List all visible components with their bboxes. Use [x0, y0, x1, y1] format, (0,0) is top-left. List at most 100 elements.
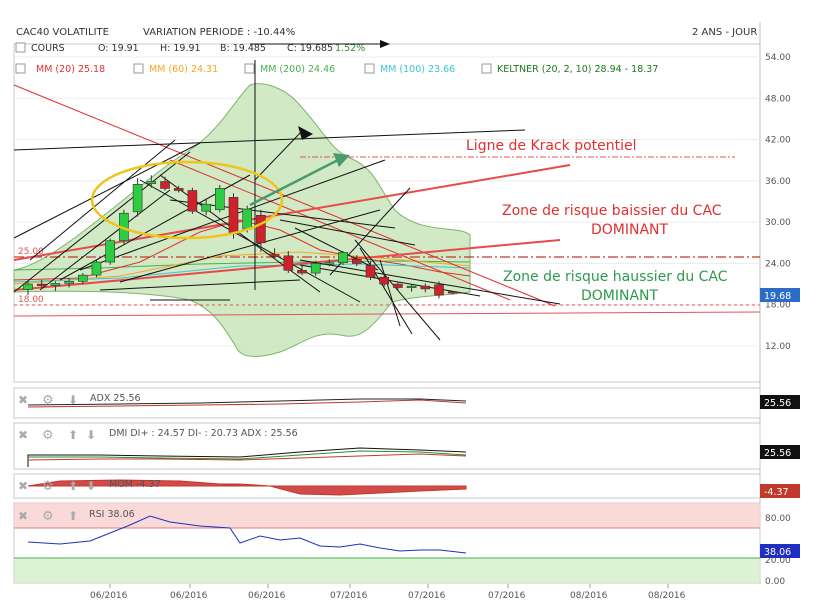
candle-body [310, 263, 321, 274]
candle-body [78, 274, 88, 282]
adx-settings-icon[interactable]: ⚙ [42, 393, 54, 408]
ohlc-high: H: 19.91 [160, 43, 201, 54]
level-18-label: 18.00 [18, 295, 44, 305]
variation-label: VARIATION PERIODE : -10.44% [143, 27, 295, 38]
candle-body [23, 283, 33, 290]
y-tick-label: 24.00 [765, 259, 791, 269]
rsi-settings-icon[interactable]: ⚙ [42, 509, 54, 524]
mm100-checkbox[interactable] [364, 63, 375, 74]
y-tick-label: 30.00 [765, 218, 791, 228]
candle-body [173, 188, 184, 191]
candle-body [324, 262, 335, 265]
rsi-close-icon[interactable]: ✖ [18, 509, 28, 523]
mom-label: MOM -4.37 [109, 479, 161, 490]
rsi-tag: 38.06 [764, 547, 791, 558]
symbol-title: CAC40 VOLATILITE [16, 27, 109, 38]
y-tick-label: 48.00 [765, 94, 791, 104]
candle-body [50, 283, 61, 286]
mom-up-icon[interactable]: ⬆ [68, 479, 78, 493]
rsi-up-icon[interactable]: ⬆ [68, 509, 78, 523]
mm20-checkbox[interactable] [15, 63, 26, 74]
y-axis: 54.00 48.00 42.00 36.00 30.00 24.00 18.00 12.00 [765, 53, 791, 352]
dmi-up-icon[interactable]: ⬆ [68, 428, 78, 442]
mm200-label: MM (200) 24.46 [260, 64, 335, 75]
y-tick-label: 18.00 [765, 301, 791, 311]
candle-body [434, 284, 444, 296]
dmi-label: DMI DI+ : 24.57 DI- : 20.73 ADX : 25.56 [109, 428, 298, 439]
x-tick-label: 06/2016 [248, 591, 286, 601]
ohlc-low: B: 19.485 [220, 43, 266, 54]
mom-panel: ✖ ⚙ ⬆ ⬇ MOM -4.37 -4.37 [13, 473, 800, 499]
haussier-annotation-2: DOMINANT [581, 288, 659, 304]
dmi-down-icon[interactable]: ⬇ [86, 428, 96, 442]
candle-body [146, 181, 157, 184]
candle-body [256, 214, 266, 244]
rsi-label: RSI 38.06 [89, 509, 135, 520]
mom-settings-icon[interactable]: ⚙ [42, 479, 54, 494]
candle [338, 251, 348, 265]
candle-body [201, 203, 211, 212]
haussier-annotation-1: Zone de risque haussier du CAC [503, 269, 728, 285]
candle-body [228, 197, 239, 235]
candle [105, 238, 115, 265]
y-tick-label: 42.00 [765, 136, 791, 146]
rsi-oversold-zone [14, 558, 760, 583]
candle-body [36, 283, 47, 286]
x-tick-label: 07/2016 [330, 591, 368, 601]
dmi-panel: ✖ ⚙ ⬆ ⬇ DMI DI+ : 24.57 DI- : 20.73 ADX … [13, 422, 800, 470]
dmi-close-icon[interactable]: ✖ [18, 428, 28, 442]
candle-body [338, 252, 348, 264]
period-label[interactable]: 2 ANS - JOUR [692, 27, 757, 38]
candle-body [351, 258, 362, 264]
x-tick-label: 08/2016 [570, 591, 608, 601]
dmi-settings-icon[interactable]: ⚙ [42, 428, 54, 443]
x-tick-label: 06/2016 [90, 591, 128, 601]
candle-body [297, 270, 307, 274]
cours-label: COURS [31, 43, 65, 54]
candle-body [365, 265, 376, 278]
x-tick-label: 06/2016 [170, 591, 208, 601]
candle-body [242, 208, 252, 230]
rsi-panel: ✖ ⚙ ⬆ RSI 38.06 80.00 20.00 0.00 38.06 [13, 502, 800, 587]
ohlc-change: 1.52% [335, 43, 365, 54]
adx-close-icon[interactable]: ✖ [18, 393, 28, 407]
mm60-label: MM (60) 24.31 [149, 64, 218, 75]
candle-body [393, 283, 403, 288]
x-tick-label: 07/2016 [488, 591, 526, 601]
candle-body [406, 285, 417, 288]
last-price-value: 19.68 [764, 291, 791, 302]
chart: CAC40 VOLATILITE VARIATION PERIODE : -10… [13, 22, 800, 601]
baissier-annotation-1: Zone de risque baissier du CAC [502, 203, 722, 219]
mm100-label: MM (100) 23.66 [380, 64, 455, 75]
mm60-checkbox[interactable] [133, 63, 144, 74]
x-tick-label: 08/2016 [648, 591, 686, 601]
mom-close-icon[interactable]: ✖ [18, 479, 28, 493]
candle [215, 184, 225, 213]
x-tick-label: 07/2016 [408, 591, 446, 601]
candle-body [283, 255, 294, 271]
mom-down-icon[interactable]: ⬇ [86, 479, 96, 493]
krack-annotation: Ligne de Krack potentiel [466, 138, 637, 154]
adx-tag: 25.56 [764, 398, 791, 409]
candle [91, 259, 102, 278]
mm20-label: MM (20) 25.18 [36, 64, 105, 75]
keltner-label: KELTNER (20, 2, 10) 28.94 - 18.37 [497, 64, 658, 75]
candle-body [91, 261, 102, 276]
candle-body [105, 240, 115, 263]
candle [187, 187, 198, 214]
rsi-tick-0: 0.00 [765, 577, 785, 587]
baissier-annotation-2: DOMINANT [591, 222, 669, 238]
mm200-checkbox[interactable] [244, 63, 255, 74]
cours-checkbox[interactable] [15, 42, 26, 53]
y-tick-label: 54.00 [765, 53, 791, 63]
keltner-checkbox[interactable] [481, 63, 492, 74]
mom-tag: -4.37 [764, 487, 789, 498]
candle-body [215, 188, 225, 211]
candle-body [64, 281, 74, 284]
ohlc-close: C: 19.685 [287, 43, 333, 54]
ohlc-open: O: 19.91 [98, 43, 139, 54]
adx-label: ADX 25.56 [90, 393, 141, 404]
y-tick-label: 12.00 [765, 342, 791, 352]
rsi-tick-80: 80.00 [765, 514, 791, 524]
dmi-tag: 25.56 [764, 448, 791, 459]
